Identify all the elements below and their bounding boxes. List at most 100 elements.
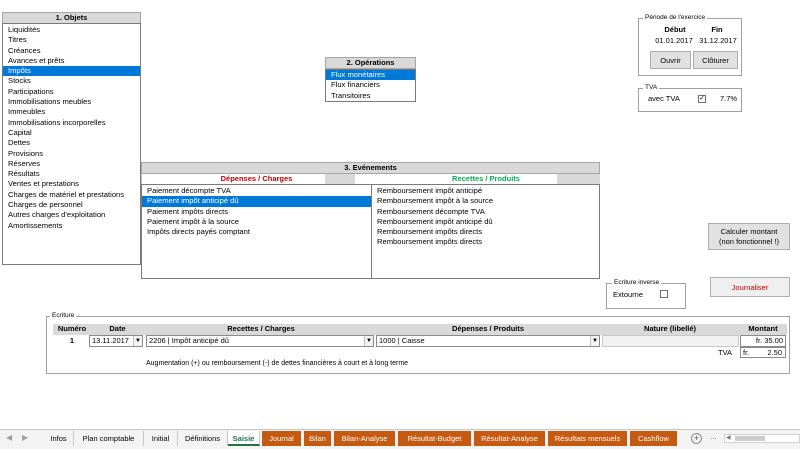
tva-row-label: TVA — [718, 348, 733, 357]
objets-list-item[interactable]: Immobilisations incorporelles — [3, 118, 140, 128]
objets-list-item[interactable]: Dettes — [3, 138, 140, 148]
extourne-label: Extourne — [613, 290, 644, 299]
depenses-list-item[interactable]: Paiement impôt à la source — [142, 217, 371, 227]
ecriture-inverse-label: Ecriture inverse — [612, 279, 662, 287]
ecriture-label: Ecriture — [50, 312, 77, 320]
depenses-listbox[interactable]: Paiement décompte TVA Paiement impôt anti… — [141, 184, 372, 279]
recettes-list-item[interactable]: Remboursement décompte TVA — [372, 207, 599, 217]
more-tabs-indicator[interactable]: ... — [710, 432, 717, 441]
sheet-tab-d-finitions[interactable]: Définitions — [178, 431, 228, 446]
evenements-header-filler — [557, 174, 600, 184]
objets-list-item[interactable]: Liquidités — [3, 25, 140, 35]
recettes-combo-value: 2206 | Impôt anticipé dû — [149, 336, 229, 345]
recettes-list-item[interactable]: Remboursement impôt à la source — [372, 196, 599, 206]
objets-list-item[interactable]: Titres — [3, 35, 140, 45]
extourne-checkbox[interactable] — [660, 290, 668, 298]
operations-list-item[interactable]: Flux monétaires — [326, 70, 415, 81]
scroll-right-icon[interactable]: ▶ — [22, 433, 28, 442]
header-numero: Numéro — [57, 324, 87, 333]
evenements-title: 3. Evénements — [141, 162, 600, 174]
objets-list-item[interactable]: Créances — [3, 46, 140, 56]
objets-list-item[interactable]: Réserves — [3, 159, 140, 169]
scroll-left-icon[interactable]: ◀ — [6, 433, 12, 442]
objets-listbox[interactable]: Liquidités Titres Créances Avances et prêts… — [2, 23, 141, 265]
header-montant: Montant — [748, 324, 778, 333]
sheet-tab-plan-comptable[interactable]: Plan comptable — [74, 431, 144, 446]
periode-label: Période de l'exercice — [643, 14, 708, 22]
cloturer-button[interactable]: Clôturer — [693, 51, 738, 69]
operations-title: 2. Opérations — [325, 57, 416, 69]
depenses-combo-value: 1000 | Caisse — [379, 336, 425, 345]
depenses-list-item[interactable]: Paiement impôts directs — [142, 207, 371, 217]
depenses-list-item[interactable]: Impôts directs payés comptant — [142, 227, 371, 237]
recettes-list-item[interactable]: Remboursement impôt anticipé — [372, 186, 599, 196]
depenses-list-item[interactable]: Paiement décompte TVA — [142, 186, 371, 196]
chevron-down-icon[interactable]: ▼ — [364, 336, 373, 346]
sheet-tab-initial[interactable]: Initial — [144, 431, 178, 446]
chevron-down-icon[interactable]: ▼ — [133, 336, 142, 346]
operations-list-item[interactable]: Transitoires — [326, 91, 415, 101]
objets-list-item[interactable]: Capital — [3, 128, 140, 138]
header-nature: Nature (libellé) — [643, 324, 697, 333]
tva-amount-currency: fr. — [743, 348, 750, 357]
evenements-header-divider — [325, 174, 355, 184]
operations-listbox[interactable]: Flux monétaires Flux financiers Transitoir… — [325, 69, 416, 102]
objets-list-item[interactable]: Charges de matériel et prestations — [3, 190, 140, 200]
numero-value: 1 — [69, 336, 75, 345]
date-combo[interactable]: 13.11.2017 ▼ — [89, 335, 143, 347]
ouvrir-button[interactable]: Ouvrir — [650, 51, 691, 69]
tva-label: TVA — [643, 84, 660, 92]
calculer-montant-label: Calculer montant (non fonctionnel !) — [718, 226, 780, 246]
add-sheet-button[interactable]: + — [691, 433, 702, 444]
debut-label: Début — [664, 25, 686, 34]
operations-list-item[interactable]: Flux financiers — [326, 80, 415, 90]
header-depenses: Dépenses / Produits — [451, 324, 525, 333]
objets-list-item[interactable]: Immobilisations meubles — [3, 97, 140, 107]
montant-input[interactable]: fr. 35.00 — [740, 335, 786, 347]
objets-list-item[interactable]: Immeubles — [3, 107, 140, 117]
objets-list-item[interactable]: Autres charges d'exploitation — [3, 210, 140, 220]
sheet-tab-saisie[interactable]: Saisie — [228, 431, 260, 446]
recettes-listbox[interactable]: Remboursement impôt anticipé Remboursemen… — [371, 184, 600, 279]
recettes-combo[interactable]: 2206 | Impôt anticipé dû ▼ — [146, 335, 374, 347]
sheet-tab-bar: ◀ ▶ Infos Plan comptable Initial Définition… — [0, 429, 800, 449]
sheet-tab-cashflow[interactable]: Cashflow — [630, 431, 678, 446]
sheet-tab-r-sultats-mensuels[interactable]: Résultats mensuels — [548, 431, 628, 446]
chevron-down-icon[interactable]: ▼ — [590, 336, 599, 346]
objets-list-item[interactable]: Charges de personnel — [3, 200, 140, 210]
scrollbar-thumb[interactable] — [735, 436, 765, 441]
objets-list-item[interactable]: Impôts — [3, 66, 140, 77]
objets-list-item[interactable]: Participations — [3, 87, 140, 97]
calculer-montant-button[interactable]: Calculer montant (non fonctionnel !) — [708, 223, 790, 250]
tva-checkbox[interactable]: ✓ — [698, 95, 706, 103]
sheet-tab-bilan[interactable]: Bilan — [304, 431, 332, 446]
fin-value: 31.12.2017 — [699, 36, 737, 45]
sheet-tab-journal[interactable]: Journal — [262, 431, 302, 446]
journaliser-button[interactable]: Journaliser — [710, 277, 790, 297]
tva-rate: 7.7% — [720, 94, 738, 103]
depenses-list-item[interactable]: Paiement impôt anticipé dû — [142, 196, 371, 207]
sheet-tab-r-sultat-analyse[interactable]: Résultat-Analyse — [474, 431, 546, 446]
date-value: 13.11.2017 — [92, 336, 129, 345]
recettes-list-item[interactable]: Remboursement impôts directs — [372, 227, 599, 237]
sheet-tab-infos[interactable]: Infos — [44, 431, 74, 446]
objets-list-item[interactable]: Stocks — [3, 76, 140, 86]
header-date: Date — [109, 324, 126, 333]
scrollbar-left-arrow-icon[interactable]: ◀ — [726, 434, 731, 441]
sheet-tab-r-sultat-budget[interactable]: Résultat-Budget — [398, 431, 472, 446]
horizontal-scrollbar[interactable]: ◀ — [724, 434, 800, 443]
objets-list-item[interactable]: Résultats — [3, 169, 140, 179]
objets-list-item[interactable]: Amortissements — [3, 221, 140, 231]
nature-input[interactable] — [602, 335, 739, 347]
tva-amount: fr. 2.50 — [740, 347, 786, 358]
objets-list-item[interactable]: Ventes et prestations — [3, 179, 140, 189]
recettes-list-item[interactable]: Remboursement impôt anticipé dû — [372, 217, 599, 227]
fin-label: Fin — [711, 25, 723, 34]
depenses-combo[interactable]: 1000 | Caisse ▼ — [376, 335, 600, 347]
sheet-tab-bilan-analyse[interactable]: Bilan-Analyse — [334, 431, 396, 446]
objets-list-item[interactable]: Provisions — [3, 149, 140, 159]
recettes-list-item[interactable]: Remboursement impôts directs — [372, 237, 599, 247]
tva-checkbox-label: avec TVA — [648, 94, 680, 103]
objets-list-item[interactable]: Avances et prêts — [3, 56, 140, 66]
tva-amount-value: 2.50 — [767, 348, 782, 357]
